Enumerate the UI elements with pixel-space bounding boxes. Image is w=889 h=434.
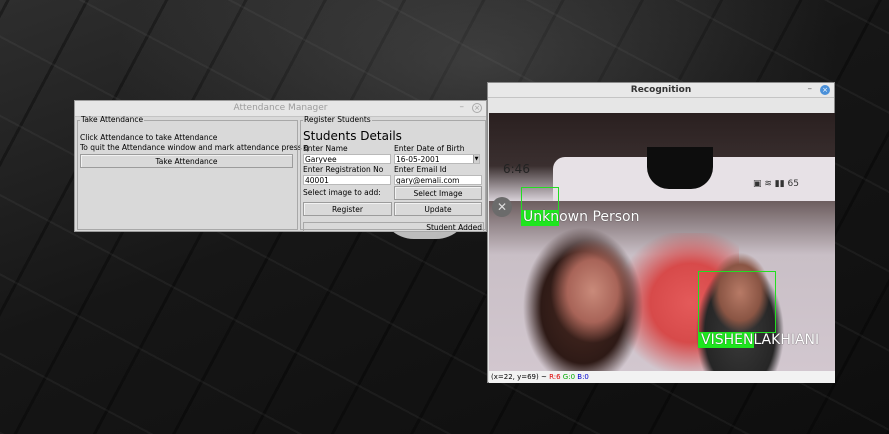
- battery-level: 65: [787, 179, 799, 189]
- face-label-unknown: Unknown Person: [523, 209, 640, 225]
- chevron-down-icon[interactable]: ▼: [473, 155, 479, 163]
- update-button[interactable]: Update: [394, 202, 482, 216]
- coords-text: (x=22, y=69) ~: [491, 373, 547, 381]
- register-students-group: Register Students Students Details Enter…: [300, 115, 486, 232]
- registration-label: Enter Registration No: [303, 165, 384, 174]
- email-label: Enter Email Id: [394, 165, 447, 174]
- close-overlay-icon[interactable]: ✕: [492, 197, 512, 217]
- dob-field[interactable]: 16-05-2001 ▼: [394, 154, 480, 164]
- instruction-text: Click Attendance to take Attendance: [80, 133, 218, 142]
- face-label-known: VISHENLAKHIANI: [701, 332, 820, 348]
- phone-signal: ▣ ≋ ▮▮ 65: [753, 179, 799, 189]
- phone-notch: [647, 147, 713, 189]
- take-attendance-legend: Take Attendance: [81, 115, 144, 124]
- green-value: G:0: [562, 373, 576, 381]
- attendance-manager-window: Attendance Manager – × Take Attendance C…: [74, 100, 487, 232]
- register-students-legend: Register Students: [304, 115, 371, 124]
- face-box-known: [698, 271, 776, 333]
- window-title: Attendance Manager: [233, 103, 328, 113]
- minimize-icon[interactable]: –: [808, 84, 813, 94]
- close-icon[interactable]: ×: [472, 103, 482, 113]
- person-left: [523, 225, 643, 371]
- recognition-titlebar[interactable]: Recognition – ×: [488, 83, 834, 98]
- quit-instruction-text: To quit the Attendance window and mark a…: [80, 143, 309, 152]
- recognition-window: Recognition – × 6:46 ▣ ≋ ▮▮ 65 ✕ Unknown…: [487, 82, 835, 383]
- status-label: Student Added: [303, 222, 484, 232]
- face-box-unknown: [521, 187, 559, 211]
- students-details-heading: Students Details: [303, 129, 402, 143]
- pixel-status-bar: (x=22, y=69) ~ R:6 G:0 B:0: [489, 371, 835, 383]
- dob-label: Enter Date of Birth: [394, 144, 465, 153]
- red-value: R:6: [549, 373, 561, 381]
- select-image-button[interactable]: Select Image: [394, 186, 482, 200]
- take-attendance-button[interactable]: Take Attendance: [80, 154, 293, 168]
- select-image-label: Select image to add:: [303, 188, 381, 197]
- name-field[interactable]: Garyvee: [303, 154, 391, 164]
- dob-value: 16-05-2001: [396, 155, 440, 164]
- camera-feed: 6:46 ▣ ≋ ▮▮ 65 ✕ Unknown Person VISHENLA…: [489, 113, 835, 371]
- phone-clock: 6:46: [503, 162, 530, 176]
- minimize-icon[interactable]: –: [460, 102, 465, 112]
- email-field[interactable]: gary@emali.com: [394, 175, 482, 185]
- name-label: Enter Name: [303, 144, 348, 153]
- blue-value: B:0: [577, 373, 589, 381]
- close-icon[interactable]: ×: [820, 85, 830, 95]
- take-attendance-group: Take Attendance Click Attendance to take…: [77, 115, 309, 230]
- registration-field[interactable]: 40001: [303, 175, 391, 185]
- register-button[interactable]: Register: [303, 202, 392, 216]
- window-title: Recognition: [630, 85, 692, 95]
